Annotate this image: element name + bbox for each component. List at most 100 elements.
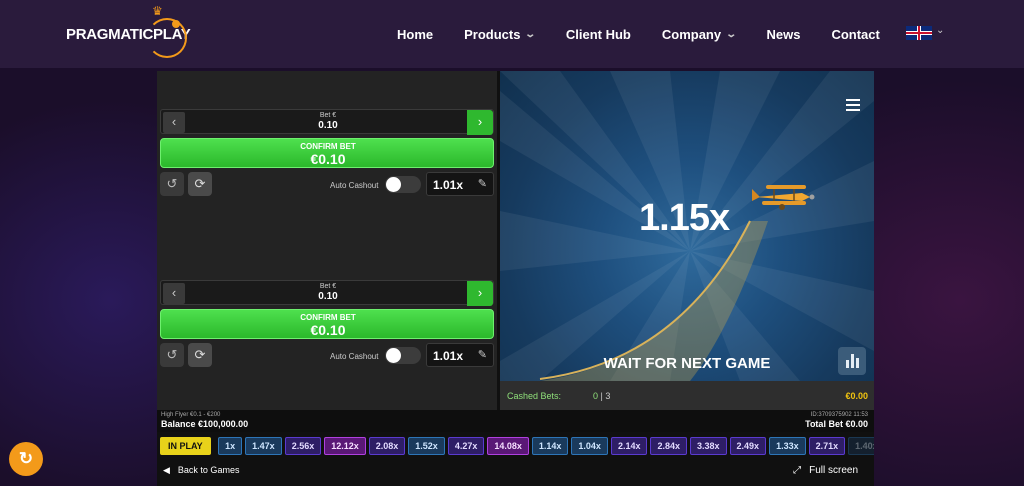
- history-multiplier-chip: 2.49x: [729, 437, 767, 455]
- balance-display: Balance €100,000.00: [161, 419, 248, 429]
- game-status-text: WAIT FOR NEXT GAME: [603, 355, 771, 372]
- undo-icon[interactable]: ↺: [160, 343, 184, 367]
- bet-label: Bet €: [319, 283, 337, 290]
- hamburger-menu-icon[interactable]: [846, 99, 860, 111]
- chevron-down-icon[interactable]: ⌄: [936, 25, 944, 36]
- bet-panel-2: ‹ Bet € 0.10 › CONFIRM BET €0.10 ↺ ⟳ Aut…: [160, 280, 494, 370]
- game-container: ‹ Bet € 0.10 › CONFIRM BET €0.10 ↺ ⟳ Aut…: [157, 71, 874, 486]
- auto-cashout-toggle[interactable]: [385, 347, 421, 364]
- nav-label: Client Hub: [565, 26, 631, 42]
- nav-item-company[interactable]: Company ⌄: [661, 26, 738, 42]
- history-multiplier-chip: 2.56x: [284, 437, 322, 455]
- cashed-bets-bar: Cashed Bets: 0 | 3 €0.00: [500, 381, 874, 410]
- balance-label: Balance: [161, 419, 196, 429]
- confirm-bet-label: CONFIRM BET: [300, 142, 356, 151]
- top-navigation: PRAGMATICPLAY ♛ Home Products ⌄ Client Hu…: [0, 0, 1024, 68]
- history-multiplier-chip: 3.38x: [690, 437, 727, 455]
- cashout-multiplier-value: 1.01x: [433, 178, 464, 192]
- confirm-bet-button[interactable]: CONFIRM BET €0.10: [160, 309, 494, 339]
- game-footer: ◀ Back to Games ⤢ Full screen: [157, 461, 874, 481]
- game-limits-text: High Flyer €0.1 - €200: [161, 412, 221, 418]
- brand-name-part1: PRAGMATIC: [66, 25, 154, 43]
- nav-label: News: [766, 26, 801, 42]
- uk-flag-icon[interactable]: [906, 26, 932, 40]
- total-bet-value: €0.00: [845, 419, 868, 429]
- nav-label: Contact: [831, 26, 880, 42]
- chevron-left-icon: ◀: [163, 465, 170, 475]
- history-multiplier-chip: 2.08x: [368, 437, 406, 455]
- autoplay-icon[interactable]: ⟳: [188, 172, 212, 196]
- auto-cashout-label: Auto Cashout: [330, 181, 379, 190]
- history-multiplier-chip: 1.47x: [245, 437, 282, 455]
- back-to-games-link[interactable]: ◀ Back to Games: [163, 465, 247, 476]
- chevron-down-icon: ⌄: [725, 28, 738, 40]
- flight-area: 1.15x WAIT FOR NEXT GAME: [500, 71, 874, 381]
- cashout-multiplier-value: 1.01x: [433, 349, 464, 363]
- history-multiplier-chip: 4.27x: [447, 437, 485, 455]
- nav-label: Home: [397, 26, 434, 42]
- balance-value: €100,000.00: [198, 419, 249, 429]
- bet-amount-row: ‹ Bet € 0.10 ›: [160, 109, 495, 135]
- edit-pencil-icon[interactable]: ✎: [478, 177, 487, 190]
- history-multiplier-chip: 1.40x: [848, 437, 874, 455]
- history-multiplier-chip: 1.33x: [769, 437, 806, 455]
- nav-item-news[interactable]: News: [766, 27, 800, 42]
- cashed-bets-label: Cashed Bets:: [507, 391, 562, 401]
- history-multiplier-chip: 14.08x: [487, 437, 529, 455]
- cashout-multiplier-field[interactable]: 1.01x ✎: [426, 172, 494, 196]
- fullscreen-label: Full screen: [809, 465, 858, 476]
- bet-increase-button[interactable]: ›: [467, 110, 493, 135]
- bet-value[interactable]: 0.10: [161, 291, 495, 302]
- cashout-multiplier-field[interactable]: 1.01x ✎: [426, 343, 494, 367]
- autoplay-icon[interactable]: ⟳: [188, 343, 212, 367]
- statistics-icon[interactable]: [838, 347, 866, 375]
- bet-increase-button[interactable]: ›: [467, 281, 493, 306]
- history-multiplier-chip: 2.84x: [650, 437, 687, 455]
- nav-item-client-hub[interactable]: Client Hub: [566, 27, 631, 42]
- confirm-bet-amount: €0.10: [310, 322, 346, 338]
- account-info-bar: High Flyer €0.1 - €200 Balance €100,000.…: [157, 410, 874, 432]
- nav-item-contact[interactable]: Contact: [831, 27, 879, 42]
- multiplier-history: IN PLAY 1x 1.47x 2.56x 12.12x 2.08x 1.52x 4.27…: [160, 437, 874, 456]
- confirm-bet-button[interactable]: CONFIRM BET €0.10: [160, 138, 494, 168]
- logo-ring-icon: [147, 18, 187, 58]
- confirm-bet-label: CONFIRM BET: [300, 313, 356, 322]
- fullscreen-button[interactable]: ⤢ Full screen: [793, 465, 866, 476]
- in-play-badge: IN PLAY: [160, 437, 211, 455]
- confirm-bet-amount: €0.10: [310, 151, 346, 167]
- total-bet-label: Total Bet: [805, 419, 843, 429]
- nav-label: Company: [661, 26, 722, 42]
- history-multiplier-chip: 2.14x: [610, 437, 648, 455]
- history-multiplier-chip: 1.14x: [531, 437, 569, 455]
- logo-dot-icon: [172, 20, 180, 28]
- total-bet-display: Total Bet €0.00: [805, 419, 868, 429]
- cashed-amount: €0.00: [845, 391, 868, 401]
- main-menu: Home Products ⌄ Client Hub Company ⌄ News …: [397, 0, 911, 68]
- history-multiplier-chip: 1.04x: [571, 437, 608, 455]
- history-multiplier-chip: 1x: [218, 437, 243, 455]
- round-id-text: ID:3709375902 11:53: [810, 412, 868, 418]
- logo-crown-icon: ♛: [152, 4, 163, 18]
- cashed-total: 3: [605, 391, 611, 401]
- nav-item-home[interactable]: Home: [397, 27, 433, 42]
- edit-pencil-icon[interactable]: ✎: [478, 348, 487, 361]
- cashed-bets-count: 0 | 3: [593, 391, 611, 401]
- history-multiplier-chip: 1.52x: [408, 437, 445, 455]
- undo-icon[interactable]: ↺: [160, 172, 184, 196]
- bet-controls-area: ‹ Bet € 0.10 › CONFIRM BET €0.10 ↺ ⟳ Aut…: [157, 71, 497, 410]
- nav-label: Products: [464, 26, 521, 42]
- history-multiplier-chip: 12.12x: [324, 437, 366, 455]
- auto-cashout-toggle[interactable]: [385, 176, 421, 193]
- bet-label: Bet €: [319, 112, 337, 119]
- cashed-count: 0: [593, 391, 599, 401]
- bet-amount-row: ‹ Bet € 0.10 ›: [160, 280, 495, 306]
- current-multiplier: 1.15x: [639, 197, 730, 239]
- nav-item-products[interactable]: Products ⌄: [464, 26, 536, 42]
- bet-panel-1: ‹ Bet € 0.10 › CONFIRM BET €0.10 ↺ ⟳ Aut…: [160, 109, 494, 199]
- auto-cashout-label: Auto Cashout: [330, 352, 379, 361]
- back-to-games-label: Back to Games: [177, 465, 240, 475]
- history-multiplier-chip: 2.71x: [808, 437, 846, 455]
- accessibility-icon[interactable]: ↻: [9, 442, 43, 476]
- expand-icon: ⤢: [793, 465, 802, 476]
- bet-value[interactable]: 0.10: [161, 120, 495, 131]
